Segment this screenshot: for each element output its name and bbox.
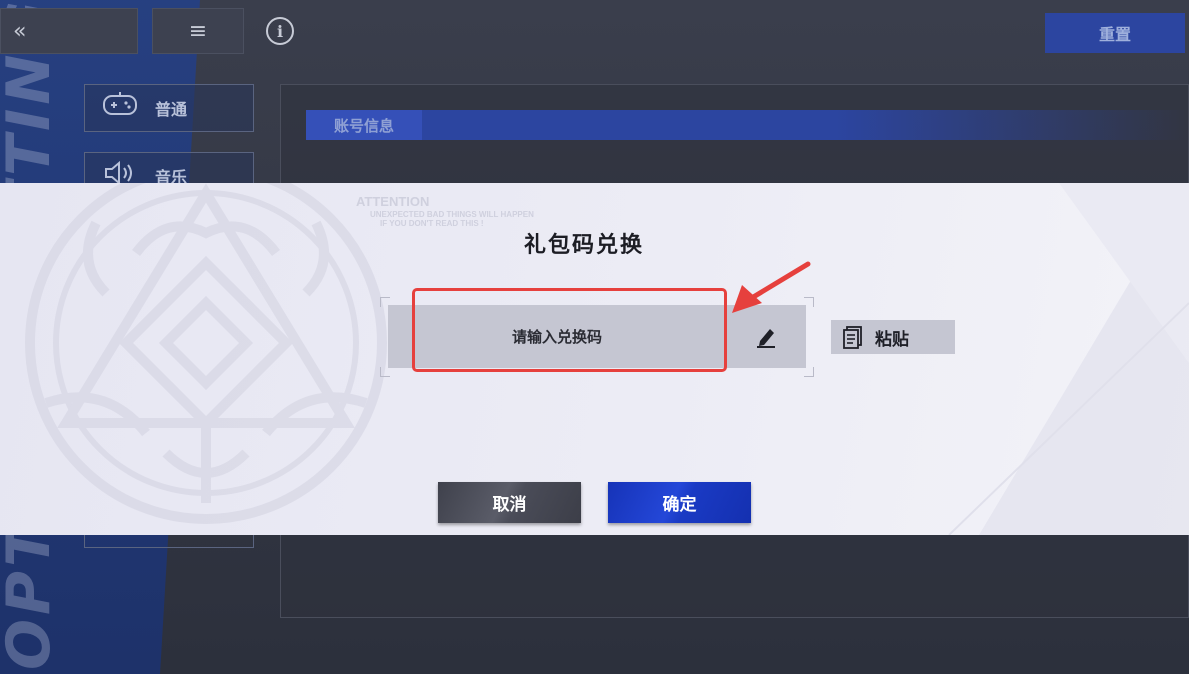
sidebar-item-normal[interactable]: 普通: [84, 84, 254, 132]
back-button[interactable]: «: [0, 8, 138, 54]
gift-code-input[interactable]: [388, 305, 726, 368]
menu-button[interactable]: ≡: [152, 8, 244, 54]
double-chevron-left-icon: «: [13, 18, 27, 44]
info-button[interactable]: i: [258, 8, 302, 54]
attention-heading: ATTENTION: [356, 194, 430, 209]
field-corner-bracket: [380, 367, 390, 377]
field-corner-bracket: [804, 367, 814, 377]
clipboard-icon: [831, 325, 875, 349]
hamburger-menu-icon: ≡: [188, 18, 208, 44]
reset-button[interactable]: 重置: [1045, 13, 1185, 53]
attention-line-1: UNEXPECTED BAD THINGS WILL HAPPEN: [370, 209, 534, 219]
gift-code-dialog: ATTENTION UNEXPECTED BAD THINGS WILL HAP…: [0, 183, 1189, 535]
section-header-bar: [306, 110, 1189, 140]
confirm-button[interactable]: 确定: [608, 482, 751, 523]
gamepad-icon: [85, 91, 155, 125]
paste-label: 粘贴: [875, 329, 909, 350]
edit-button[interactable]: [752, 323, 780, 351]
sidebar-item-label: 普通: [155, 100, 188, 119]
paste-button[interactable]: 粘贴: [831, 320, 955, 354]
pencil-icon: [757, 329, 775, 348]
attention-watermark: ATTENTION UNEXPECTED BAD THINGS WILL HAP…: [356, 194, 534, 228]
info-circle-icon: i: [266, 17, 294, 45]
gift-code-field: [388, 305, 806, 368]
dialog-title: 礼包码兑换: [523, 233, 644, 258]
section-header-account-info: 账号信息: [306, 110, 422, 140]
cancel-button[interactable]: 取消: [438, 482, 581, 523]
